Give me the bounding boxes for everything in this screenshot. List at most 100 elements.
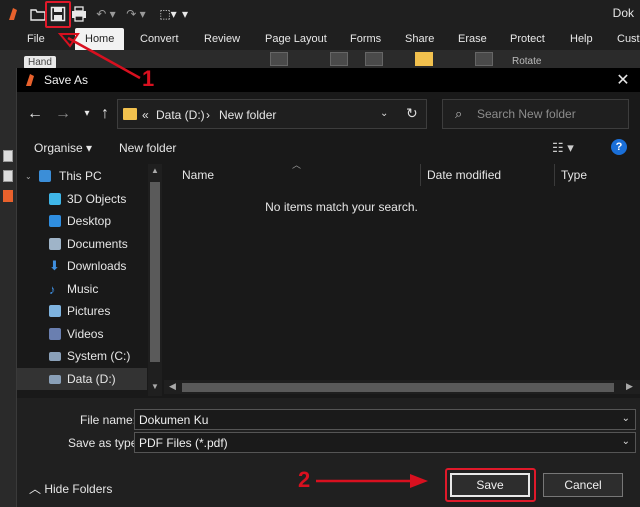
open-folder-icon[interactable] <box>30 4 46 24</box>
tab-file[interactable]: File <box>27 28 45 50</box>
tree-scrollbar[interactable]: ▲ ▼ <box>148 164 162 396</box>
save-as-type-select[interactable]: PDF Files (*.pdf) ⌄ <box>134 432 636 453</box>
tree-item-system-c[interactable]: System (C:) <box>17 345 147 367</box>
tree-item-documents[interactable]: Documents <box>17 233 147 255</box>
cancel-button[interactable]: Cancel <box>543 473 623 497</box>
new-folder-button[interactable]: New folder <box>119 141 176 155</box>
tree-item-music[interactable]: ♪ Music <box>17 278 147 300</box>
tree-item-label: Pictures <box>67 304 111 318</box>
collapse-chevron-icon[interactable]: ⌄ <box>25 172 32 181</box>
tab-review[interactable]: Review <box>204 28 240 50</box>
save-as-dialog: Save As ✕ ← → ▾ ↑ « Data (D:) › New fold… <box>16 68 640 507</box>
computer-icon <box>39 170 51 182</box>
breadcrumb-drive[interactable]: Data (D:) <box>156 108 205 122</box>
address-bar[interactable]: « Data (D:) › New folder ⌄ ↻ <box>117 99 427 129</box>
search-input[interactable] <box>477 105 622 123</box>
pictures-icon <box>49 305 61 317</box>
drive-icon <box>49 352 61 361</box>
highlight-tool-icon[interactable] <box>415 52 433 66</box>
scroll-right-arrow-icon[interactable]: ▶ <box>626 381 633 392</box>
column-divider[interactable] <box>420 164 421 186</box>
back-arrow-icon[interactable]: ← <box>25 104 45 124</box>
ribbon-tool-icon[interactable] <box>270 52 288 66</box>
tab-help[interactable]: Help <box>570 28 593 50</box>
rotate-button[interactable]: Rotate <box>512 56 541 67</box>
folder-icon <box>123 108 137 120</box>
tree-scroll-thumb[interactable] <box>150 182 160 362</box>
scroll-down-arrow-icon[interactable]: ▼ <box>150 382 160 391</box>
file-name-label: File name: <box>80 413 137 427</box>
ribbon-tabs: File Home Convert Review Page Layout For… <box>0 28 640 50</box>
tree-item-desktop[interactable]: Desktop <box>17 210 147 232</box>
scroll-up-arrow-icon[interactable]: ▲ <box>150 166 160 175</box>
download-icon: ⬇ <box>49 258 60 273</box>
tree-item-label: 3D Objects <box>67 192 127 206</box>
tab-protect[interactable]: Protect <box>510 28 545 50</box>
tree-item-data-d[interactable]: Data (D:) <box>17 368 147 390</box>
view-options-icon[interactable]: ☷ ▾ <box>552 140 574 156</box>
page-thumbnail-icon[interactable] <box>3 190 13 202</box>
recent-locations-chevron-icon[interactable]: ▾ <box>77 104 97 124</box>
cube-icon <box>49 193 61 205</box>
save-as-type-value: PDF Files (*.pdf) <box>139 436 228 450</box>
tree-item-downloads[interactable]: ⬇ Downloads <box>17 255 147 277</box>
forward-arrow-icon[interactable]: → <box>53 104 73 124</box>
organise-button[interactable]: Organise ▾ <box>34 141 92 155</box>
dialog-title: Save As <box>44 73 89 87</box>
tree-item-this-pc[interactable]: ⌄ This PC <box>17 165 147 187</box>
tree-item-label: This PC <box>59 169 102 183</box>
save-icon-highlight <box>45 1 71 28</box>
music-icon: ♪ <box>49 281 56 297</box>
tab-forms[interactable]: Forms <box>350 28 381 50</box>
tab-convert[interactable]: Convert <box>140 28 179 50</box>
breadcrumb-folder[interactable]: New folder <box>219 108 276 122</box>
select-tool-icon[interactable]: ⬚▾ <box>156 4 180 24</box>
hide-folders-label: Hide Folders <box>44 482 113 496</box>
address-dropdown-chevron-icon[interactable]: ⌄ <box>380 108 388 119</box>
column-divider[interactable] <box>554 164 555 186</box>
page-thumbnail-icon[interactable] <box>3 170 13 182</box>
undo-icon[interactable]: ↶ ▾ <box>92 4 120 24</box>
file-name-field[interactable]: ⌄ <box>134 409 636 430</box>
search-icon: ⌕ <box>455 106 463 121</box>
breadcrumb-prefix[interactable]: « <box>142 108 149 122</box>
customize-chevron-icon[interactable]: ▾ <box>180 4 190 24</box>
column-header-date-modified[interactable]: Date modified <box>427 164 501 186</box>
help-icon[interactable]: ? <box>611 139 627 155</box>
scroll-left-arrow-icon[interactable]: ◀ <box>169 381 176 392</box>
search-box[interactable]: ⌕ <box>442 99 629 129</box>
ribbon-tool-icon[interactable] <box>365 52 383 66</box>
close-icon[interactable]: ✕ <box>613 70 633 90</box>
empty-folder-message: No items match your search. <box>265 200 418 214</box>
tab-erase[interactable]: Erase <box>458 28 487 50</box>
page-thumbnail-icon[interactable] <box>3 150 13 162</box>
tree-item-label: Music <box>67 282 99 296</box>
videos-icon <box>49 328 61 340</box>
tab-home[interactable]: Home <box>75 28 125 50</box>
tab-page-layout[interactable]: Page Layout <box>265 28 327 50</box>
save-as-type-chevron-icon[interactable]: ⌄ <box>622 436 630 447</box>
print-icon[interactable] <box>70 4 88 24</box>
tab-share[interactable]: Share <box>405 28 434 50</box>
column-header-type[interactable]: Type <box>561 164 587 186</box>
app-title: Dok <box>612 6 634 20</box>
file-name-input[interactable] <box>139 412 609 427</box>
ribbon-tool-icon[interactable] <box>330 52 348 66</box>
tab-customize[interactable]: Cust <box>617 28 640 50</box>
up-arrow-icon[interactable]: ↑ <box>95 104 115 124</box>
refresh-icon[interactable]: ↻ <box>406 105 418 122</box>
tree-item-3d-objects[interactable]: 3D Objects <box>17 188 147 210</box>
sort-caret-icon: ︿ <box>292 160 302 170</box>
hide-folders-toggle[interactable]: ︿ Hide Folders <box>29 480 112 497</box>
redo-icon[interactable]: ↷ ▾ <box>122 4 150 24</box>
horizontal-scroll-thumb[interactable] <box>182 383 614 392</box>
tree-item-label: Documents <box>67 237 128 251</box>
chevron-up-icon: ︿ <box>29 482 45 496</box>
horizontal-scrollbar[interactable]: ◀ ▶ <box>164 380 640 394</box>
tree-item-pictures[interactable]: Pictures <box>17 300 147 322</box>
file-name-dropdown-chevron-icon[interactable]: ⌄ <box>622 413 630 424</box>
column-header-name[interactable]: Name <box>182 164 214 186</box>
tree-item-videos[interactable]: Videos <box>17 323 147 345</box>
ribbon-tool-icon[interactable] <box>475 52 493 66</box>
step-2-number: 2 <box>298 467 311 492</box>
